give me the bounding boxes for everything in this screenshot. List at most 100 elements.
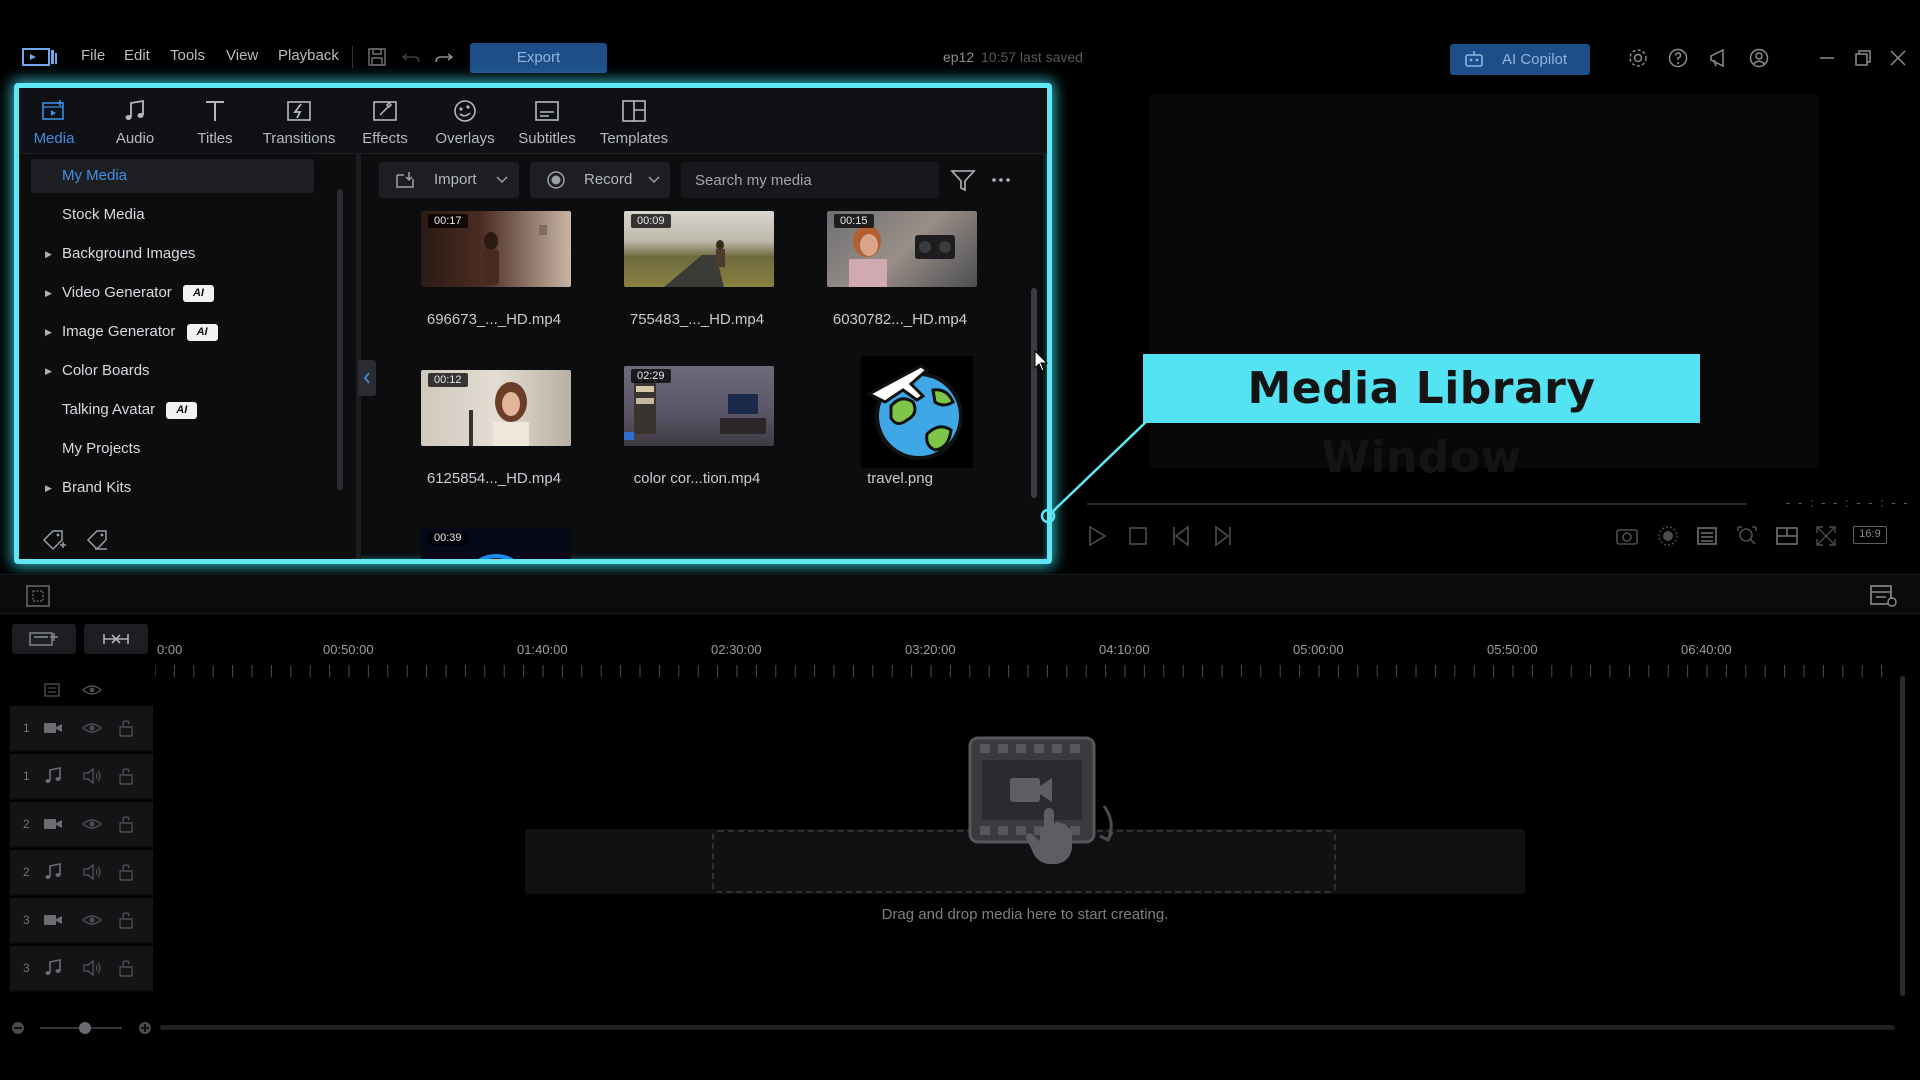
templates-icon (622, 100, 646, 122)
media-library-panel: Media Audio Titles Transitions Effects O… (14, 83, 1052, 564)
speaker-icon[interactable] (82, 863, 102, 881)
media-tile[interactable]: 00:39 (399, 528, 579, 559)
sidebar-item-video-generator[interactable]: ▶ Video Generator AI (31, 276, 314, 310)
sidebar-item-my-projects[interactable]: My Projects (31, 432, 314, 466)
gear-icon[interactable] (1627, 47, 1649, 69)
record-label: Record (584, 171, 633, 188)
tab-effects[interactable]: Effects (345, 96, 425, 150)
import-button[interactable]: Import (379, 162, 519, 198)
sidebar-item-color-boards[interactable]: ▶ Color Boards (31, 354, 314, 388)
track-manager-button[interactable] (12, 624, 76, 654)
save-icon[interactable] (366, 46, 388, 68)
zoom-slider[interactable] (10, 1018, 155, 1038)
lock-icon[interactable] (116, 767, 136, 785)
filter-icon[interactable] (950, 168, 976, 192)
layout-icon[interactable] (1775, 524, 1799, 548)
fullscreen-icon[interactable] (1814, 524, 1838, 548)
expand-arrow-icon: ▶ (45, 483, 52, 493)
menu-file[interactable]: File (81, 47, 105, 64)
aspect-ratio-button[interactable]: 16:9 (1853, 526, 1887, 544)
tab-audio[interactable]: Audio (95, 96, 175, 150)
lock-icon[interactable] (116, 863, 136, 881)
lock-icon[interactable] (116, 719, 136, 737)
eye-icon[interactable] (82, 911, 102, 929)
track-header-video[interactable]: 3 (10, 898, 153, 944)
tab-templates[interactable]: Templates (594, 96, 674, 150)
record-button[interactable]: Record (530, 162, 670, 198)
lock-icon[interactable] (116, 959, 136, 977)
lock-icon[interactable] (116, 911, 136, 929)
track-header-audio[interactable]: 1 (10, 754, 153, 800)
panel-divider[interactable] (356, 154, 361, 559)
fit-timeline-icon[interactable] (25, 584, 51, 608)
media-tile[interactable]: travel.png (805, 356, 985, 516)
snap-button[interactable] (84, 624, 148, 654)
announcement-icon[interactable] (1708, 47, 1730, 69)
tab-media[interactable]: Media (19, 96, 94, 150)
sidebar-item-image-generator[interactable]: ▶ Image Generator AI (31, 315, 314, 349)
tab-overlays[interactable]: Overlays (425, 96, 505, 150)
speaker-icon[interactable] (82, 959, 102, 977)
close-icon[interactable] (1887, 47, 1909, 69)
eye-icon[interactable] (82, 815, 102, 833)
app-logo-icon (22, 48, 57, 66)
next-frame-icon[interactable] (1210, 524, 1234, 548)
minimize-icon[interactable] (1816, 47, 1838, 69)
menu-tools[interactable]: Tools (170, 47, 205, 64)
snapshot-icon[interactable] (1615, 524, 1639, 548)
restore-icon[interactable] (1852, 47, 1874, 69)
ai-copilot-button[interactable]: AI Copilot (1450, 44, 1590, 75)
previous-frame-icon[interactable] (1170, 524, 1194, 548)
sidebar-item-background-images[interactable]: ▶ Background Images (31, 237, 314, 271)
media-tile[interactable]: 00:15 6030782..._HD.mp4 (805, 211, 985, 371)
add-tag-icon[interactable] (41, 528, 67, 552)
media-tile[interactable]: 00:09 755483_..._HD.mp4 (602, 211, 782, 371)
export-button[interactable]: Export (470, 43, 607, 73)
eye-icon[interactable] (82, 719, 102, 737)
lock-icon[interactable] (116, 815, 136, 833)
track-header-video[interactable]: 2 (10, 802, 153, 848)
redo-icon[interactable] (433, 46, 455, 68)
preview-scrubber[interactable] (1087, 503, 1747, 505)
account-icon[interactable] (1748, 47, 1770, 69)
media-filename: 6030782..._HD.mp4 (832, 311, 968, 328)
tab-overlays-label: Overlays (435, 130, 495, 147)
timeline-ruler[interactable]: 0:00 00:50:00 01:40:00 02:30:00 03:20:00… (155, 630, 1895, 680)
track-header-audio[interactable]: 3 (10, 946, 153, 992)
grid-scrollbar[interactable] (1031, 288, 1037, 498)
tab-subtitles[interactable]: Subtitles (507, 96, 587, 150)
menu-edit[interactable]: Edit (124, 47, 150, 64)
more-options-icon[interactable] (990, 170, 1012, 190)
timeline-settings-icon[interactable] (1868, 582, 1898, 608)
sidebar-scrollbar[interactable] (337, 189, 343, 490)
sidebar-item-my-media[interactable]: My Media (31, 159, 314, 193)
sidebar-item-brand-kits[interactable]: ▶ Brand Kits (31, 471, 314, 505)
menu-view[interactable]: View (226, 47, 258, 64)
play-icon[interactable] (1085, 524, 1109, 548)
tab-titles[interactable]: Titles (175, 96, 255, 150)
timeline-vertical-scrollbar[interactable] (1900, 676, 1905, 996)
menu-playback[interactable]: Playback (278, 47, 339, 64)
media-tile[interactable]: 02:29 color cor...tion.mp4 (602, 366, 782, 526)
media-tile[interactable]: 00:17 696673_..._HD.mp4 (399, 211, 579, 371)
help-icon[interactable] (1667, 47, 1689, 69)
tag-icon[interactable] (85, 528, 111, 552)
zoom-fit-icon[interactable] (1735, 524, 1759, 548)
speaker-icon[interactable] (82, 767, 102, 785)
track-header-audio[interactable]: 2 (10, 850, 153, 896)
stop-icon[interactable] (1126, 524, 1150, 548)
sidebar-item-talking-avatar[interactable]: Talking Avatar AI (31, 393, 314, 427)
collapse-sidebar-button[interactable] (358, 360, 376, 396)
track-header-video[interactable]: 1 (10, 706, 153, 752)
media-tile[interactable]: 00:12 6125854..._HD.mp4 (399, 370, 579, 530)
import-icon (396, 172, 414, 188)
list-icon[interactable] (1695, 524, 1719, 548)
search-input[interactable] (681, 162, 939, 198)
undo-icon[interactable] (400, 46, 422, 68)
timeline-horizontal-scrollbar[interactable] (160, 1025, 1895, 1030)
sidebar-item-stock-media[interactable]: Stock Media (31, 198, 314, 232)
tab-transitions-label: Transitions (262, 130, 336, 147)
drag-film-icon (968, 736, 1114, 864)
brightness-icon[interactable] (1656, 524, 1680, 548)
tab-transitions[interactable]: Transitions (259, 96, 339, 150)
